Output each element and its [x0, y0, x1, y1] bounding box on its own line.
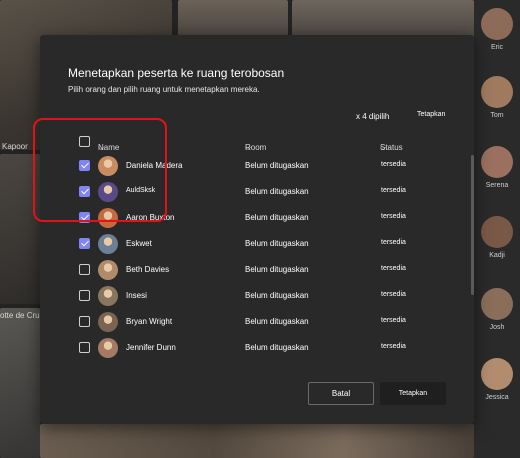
participant-room: Belum ditugaskan	[245, 265, 309, 274]
rail-participant[interactable]: Tom	[474, 76, 520, 119]
participant-room: Belum ditugaskan	[245, 317, 309, 326]
participant-status: tersedia	[381, 187, 406, 194]
video-tile	[178, 0, 288, 38]
participant-status: tersedia	[381, 343, 406, 350]
participant-status: tersedia	[381, 161, 406, 168]
participant-rail: Eric Tom Serena Kadji Josh Jessica	[474, 0, 520, 458]
participant-name-label: otte de Cru	[0, 311, 40, 320]
checkbox[interactable]	[79, 290, 90, 301]
dialog-subtitle: Pilih orang dan pilih ruang untuk meneta…	[68, 85, 260, 94]
rail-participant-name: Tom	[490, 112, 504, 119]
avatar	[481, 288, 513, 320]
participant-name: Eskwet	[126, 239, 152, 248]
participant-status: tersedia	[381, 265, 406, 272]
participant-name: Bryan Wright	[126, 317, 173, 326]
avatar	[481, 216, 513, 248]
participant-name: Insesi	[126, 291, 147, 300]
assign-button[interactable]: Tetapkan	[380, 382, 446, 405]
participant-room: Belum ditugaskan	[245, 213, 309, 222]
video-tile	[0, 308, 40, 458]
avatar	[98, 286, 118, 306]
participant-room: Belum ditugaskan	[245, 161, 309, 170]
avatar	[98, 234, 118, 254]
participant-row[interactable]: Beth Davies Belum ditugaskan tersedia	[70, 257, 474, 283]
avatar	[481, 146, 513, 178]
participant-status: tersedia	[381, 239, 406, 246]
cancel-button[interactable]: Batal	[308, 382, 374, 405]
participant-name-label: Kapoor	[2, 142, 28, 151]
checkbox[interactable]	[79, 316, 90, 327]
avatar	[481, 8, 513, 40]
participant-room: Belum ditugaskan	[245, 187, 309, 196]
participant-row[interactable]: Insesi Belum ditugaskan tersedia	[70, 283, 474, 309]
assign-participants-dialog: Menetapkan peserta ke ruang terobosan Pi…	[40, 35, 474, 424]
checkbox[interactable]	[79, 342, 90, 353]
rail-participant[interactable]: Jessica	[474, 358, 520, 401]
checkbox[interactable]	[79, 264, 90, 275]
rail-participant[interactable]: Serena	[474, 146, 520, 189]
avatar	[98, 338, 118, 358]
avatar	[481, 358, 513, 390]
rail-participant[interactable]: Eric	[474, 8, 520, 51]
avatar	[481, 76, 513, 108]
participant-status: tersedia	[381, 291, 406, 298]
participant-name: Jennifer Dunn	[126, 343, 176, 352]
rail-participant-name: Eric	[490, 44, 504, 51]
list-scrollbar[interactable]	[471, 155, 474, 355]
rail-participant-name: Kadji	[489, 252, 505, 259]
checkbox-checked[interactable]	[79, 238, 90, 249]
participant-row[interactable]: Bryan Wright Belum ditugaskan tersedia	[70, 309, 474, 335]
rail-participant[interactable]: Kadji	[474, 216, 520, 259]
participant-room: Belum ditugaskan	[245, 239, 309, 248]
video-tile	[292, 0, 474, 38]
rail-participant-name: Serena	[485, 182, 509, 189]
avatar	[98, 312, 118, 332]
selected-count: x 4 dipilih	[356, 112, 390, 121]
participant-room: Belum ditugaskan	[245, 291, 309, 300]
assign-link[interactable]: Tetapkan	[417, 111, 445, 118]
selection-highlight-annotation	[33, 118, 167, 222]
participant-row[interactable]: Eskwet Belum ditugaskan tersedia	[70, 231, 474, 257]
participant-status: tersedia	[381, 213, 406, 220]
avatar	[98, 260, 118, 280]
video-tile	[40, 424, 474, 458]
participant-row[interactable]: Jennifer Dunn Belum ditugaskan tersedia	[70, 335, 474, 361]
participant-name: Beth Davies	[126, 265, 170, 274]
rail-participant-name: Jessica	[485, 394, 509, 401]
scrollbar-thumb[interactable]	[471, 155, 474, 295]
participant-room: Belum ditugaskan	[245, 343, 309, 352]
dialog-title: Menetapkan peserta ke ruang terobosan	[68, 66, 285, 80]
rail-participant-name: Josh	[489, 324, 505, 331]
rail-participant[interactable]: Josh	[474, 288, 520, 331]
participant-status: tersedia	[381, 317, 406, 324]
